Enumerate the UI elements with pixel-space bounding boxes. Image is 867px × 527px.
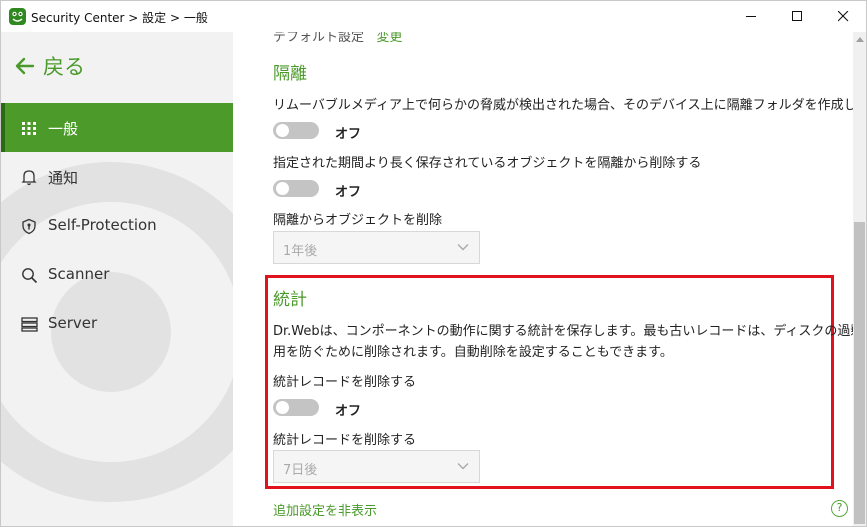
hide-advanced-settings-link[interactable]: 追加設定を非表示 [273, 500, 377, 519]
select-value: 1年後 [283, 244, 318, 259]
toggle-knob [276, 124, 289, 137]
grid-icon [20, 119, 38, 137]
close-button[interactable] [821, 1, 866, 32]
vertical-scrollbar[interactable] [853, 32, 866, 526]
sidebar-item-self-protection[interactable]: Self-Protection [1, 201, 233, 250]
select-value: 7日後 [283, 463, 318, 478]
sidebar-item-label: 通知 [48, 169, 79, 187]
sidebar-item-scanner[interactable]: Scanner [1, 250, 233, 299]
statistics-delete-after-label: 統計レコードを削除する [273, 433, 417, 448]
toggle-state-label: オフ [335, 404, 362, 419]
chevron-down-icon [457, 244, 469, 251]
scroll-up-arrow-icon[interactable] [853, 32, 866, 46]
search-icon [20, 266, 38, 284]
toggle-state-label: オフ [335, 185, 362, 200]
delete-old-text: 指定された期間より長く保存されているオブジェクトを隔離から削除する [273, 156, 702, 171]
removable-media-text: リムーバブルメディア上で何らかの脅威が検出された場合、そのデバイス上に隔離フォル… [273, 98, 853, 113]
quarantine-delete-after-label: 隔離からオブジェクトを削除 [273, 213, 443, 228]
window-title: Security Center > 設定 > 一般 [31, 11, 208, 25]
quarantine-title: 隔離 [273, 64, 307, 84]
sidebar: 戻る 一般 通知 Self-Protection Scanner Server [1, 32, 233, 526]
chevron-down-icon [457, 463, 469, 470]
toggle-state-label: オフ [335, 127, 362, 142]
change-link[interactable]: 変更 [376, 32, 402, 45]
title-bar: Security Center > 設定 > 一般 [1, 1, 866, 32]
sidebar-item-label: 一般 [48, 120, 79, 138]
statistics-description-line1: Dr.Webは、コンポーネントの動作に関する統計を保存します。最も古いレコードは… [273, 324, 853, 339]
delete-records-text: 統計レコードを削除する [273, 375, 417, 390]
sidebar-item-label: Server [48, 314, 98, 332]
removable-media-toggle[interactable] [273, 122, 319, 139]
shield-icon [20, 217, 38, 235]
delete-old-toggle[interactable] [273, 180, 319, 197]
default-settings-text: デフォルト設定 [273, 32, 365, 45]
arrow-left-icon [15, 57, 35, 75]
sidebar-item-notifications[interactable]: 通知 [1, 152, 233, 201]
delete-records-toggle[interactable] [273, 399, 319, 416]
statistics-delete-after-select[interactable]: 7日後 [273, 450, 480, 483]
drweb-logo-icon [9, 8, 26, 25]
statistics-title: 統計 [273, 290, 307, 310]
sidebar-item-server[interactable]: Server [1, 299, 233, 348]
quarantine-delete-after-select[interactable]: 1年後 [273, 231, 480, 264]
sidebar-item-general[interactable]: 一般 [1, 103, 233, 152]
app-window: Security Center > 設定 > 一般 戻る 一般 通知 Self-… [0, 0, 867, 527]
scroll-thumb[interactable] [854, 222, 865, 524]
statistics-description-line2: 用を防ぐために削除されます。自動削除を設定することもできます。 [273, 345, 673, 360]
toggle-knob [276, 182, 289, 195]
minimize-button[interactable] [729, 1, 774, 32]
back-button[interactable]: 戻る [15, 51, 85, 81]
default-settings-line: デフォルト設定 変更 [273, 32, 402, 45]
settings-panel: デフォルト設定 変更 隔離 リムーバブルメディア上で何らかの脅威が検出された場合… [233, 32, 853, 526]
server-icon [20, 315, 38, 333]
toggle-knob [276, 401, 289, 414]
sidebar-item-label: Scanner [48, 265, 110, 283]
back-label: 戻る [43, 55, 85, 79]
maximize-button[interactable] [775, 1, 820, 32]
sidebar-item-label: Self-Protection [48, 216, 157, 234]
bell-icon [20, 168, 38, 186]
help-icon[interactable]: ? [831, 500, 848, 517]
